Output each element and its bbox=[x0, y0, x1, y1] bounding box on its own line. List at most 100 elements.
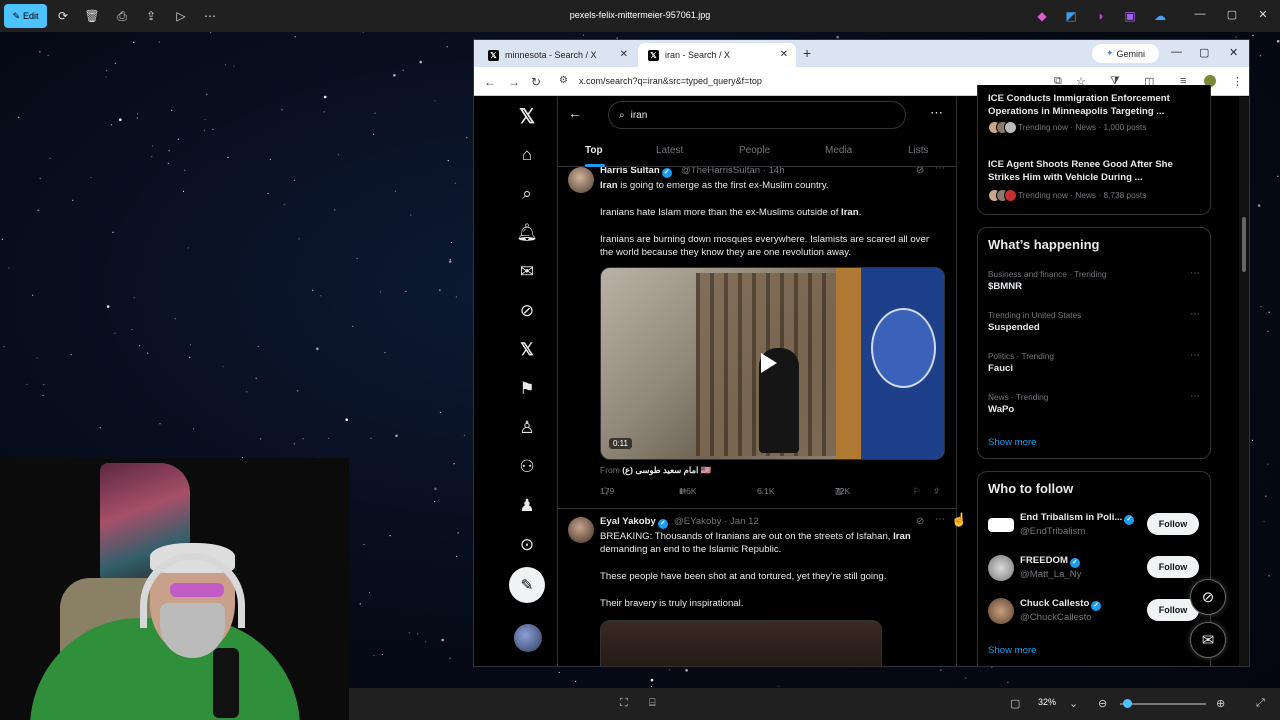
notifications-bell-icon[interactable]: 🔔︎ bbox=[516, 222, 538, 244]
bookmark-icon[interactable]: ⚐ bbox=[913, 486, 921, 497]
account-avatar[interactable] bbox=[988, 518, 1014, 532]
tweet-avatar[interactable] bbox=[568, 517, 594, 543]
tab-latest[interactable]: Latest bbox=[656, 145, 683, 156]
tab-people[interactable]: People bbox=[739, 145, 770, 156]
account-avatar[interactable] bbox=[988, 555, 1014, 581]
browser-minimize-icon[interactable]: — bbox=[1171, 46, 1182, 58]
clipchamp-icon[interactable]: ◗ bbox=[1093, 8, 1109, 24]
x-favicon-icon: 𝕏 bbox=[648, 49, 659, 61]
trend-name[interactable]: Fauci bbox=[988, 363, 1013, 374]
actual-size-icon[interactable]: ▢ bbox=[1010, 697, 1020, 710]
tweet-avatar[interactable] bbox=[568, 167, 594, 193]
zoom-slider-handle[interactable] bbox=[1123, 699, 1132, 708]
follow-show-more-link[interactable]: Show more bbox=[988, 645, 1037, 656]
x-logo-icon[interactable]: 𝕏 bbox=[516, 105, 538, 128]
zoom-level[interactable]: 32% bbox=[1038, 697, 1056, 707]
scrollbar-thumb[interactable] bbox=[1242, 217, 1246, 272]
home-icon[interactable]: ⌂ bbox=[516, 144, 538, 166]
tweet-media[interactable] bbox=[600, 620, 882, 666]
url-field[interactable]: x.com/search?q=iran&src=typed_query&f=to… bbox=[579, 76, 762, 86]
grok-float-icon[interactable]: ⊘ bbox=[1190, 579, 1226, 615]
trend-name[interactable]: Suspended bbox=[988, 322, 1040, 333]
follow-button[interactable]: Follow bbox=[1147, 513, 1199, 535]
forward-icon[interactable]: → bbox=[508, 75, 520, 89]
back-icon[interactable]: ← bbox=[484, 75, 496, 89]
trend-more-icon[interactable]: ⋯ bbox=[1190, 350, 1200, 361]
premium-x-icon[interactable]: 𝕏 bbox=[516, 339, 538, 361]
more-circle-icon[interactable]: ⊙ bbox=[516, 534, 538, 556]
verified-badge-icon: ✓ bbox=[661, 168, 672, 178]
gallery-icon[interactable]: ▣ bbox=[1122, 8, 1138, 24]
trend-more-icon[interactable]: ⋯ bbox=[1190, 309, 1200, 320]
account-avatar[interactable] bbox=[514, 624, 542, 652]
news-card: ICE Conducts Immigration Enforcement Ope… bbox=[977, 85, 1211, 215]
tweet-time[interactable]: Jan 12 bbox=[730, 516, 759, 527]
account-avatar[interactable] bbox=[988, 598, 1014, 624]
back-arrow-icon[interactable]: ← bbox=[568, 105, 582, 121]
tab-media[interactable]: Media bbox=[825, 145, 852, 156]
zoom-dropdown-icon[interactable]: ⌄ bbox=[1069, 697, 1078, 710]
trend-more-icon[interactable]: ⋯ bbox=[1190, 391, 1200, 402]
search-more-icon[interactable]: ⋯ bbox=[930, 105, 943, 121]
account-name[interactable]: End Tribalism in Poli... ✓ bbox=[1020, 512, 1140, 525]
reload-icon[interactable]: ↻ bbox=[531, 75, 541, 89]
onedrive-icon[interactable]: ☁ bbox=[1152, 8, 1168, 24]
trend-name[interactable]: WaPo bbox=[988, 404, 1014, 415]
new-tab-icon[interactable]: + bbox=[803, 45, 811, 61]
search-input[interactable]: ⌕ iran bbox=[608, 101, 906, 129]
browser-close-icon[interactable]: ✕ bbox=[1229, 46, 1238, 59]
messages-float-icon[interactable]: ✉ bbox=[1190, 622, 1226, 658]
fit-icon[interactable]: ⛶ bbox=[620, 697, 628, 710]
tab-close-icon[interactable]: ✕ bbox=[780, 49, 788, 60]
copilot-icon[interactable]: ◆ bbox=[1034, 8, 1050, 24]
trend-name[interactable]: $BMNR bbox=[988, 281, 1022, 292]
tab-close-icon[interactable]: ✕ bbox=[620, 49, 628, 60]
tab-minnesota[interactable]: 𝕏 minnesota - Search / X ✕ bbox=[478, 43, 636, 67]
x-favicon-icon: 𝕏 bbox=[488, 49, 499, 61]
account-name[interactable]: FREEDOM ✓ bbox=[1020, 555, 1140, 568]
browser-maximize-icon[interactable]: ▢ bbox=[1199, 46, 1209, 59]
play-icon[interactable] bbox=[761, 353, 777, 373]
compose-post-button[interactable]: ✎ bbox=[509, 567, 545, 603]
site-info-icon[interactable]: ⚙ bbox=[559, 75, 568, 86]
explore-search-icon[interactable]: ⌕ bbox=[516, 183, 538, 205]
tweet-video[interactable]: 0:11 bbox=[600, 267, 945, 460]
tweet-author-name[interactable]: Eyal Yakoby ✓ bbox=[600, 516, 668, 529]
bookmarks-icon[interactable]: ⚑ bbox=[516, 378, 538, 400]
zoom-out-icon[interactable]: ⊖ bbox=[1098, 697, 1107, 710]
fullscreen-icon[interactable]: ⤢ bbox=[1256, 697, 1265, 710]
news-item-title[interactable]: ICE Agent Shoots Renee Good After She St… bbox=[988, 158, 1203, 184]
close-icon[interactable]: ✕ bbox=[1253, 8, 1273, 21]
text-scan-icon[interactable]: ⌸ bbox=[649, 697, 656, 710]
news-item-title[interactable]: ICE Conducts Immigration Enforcement Ope… bbox=[988, 92, 1203, 118]
maximize-icon[interactable]: ▢ bbox=[1222, 8, 1242, 21]
messages-envelope-icon[interactable]: ✉ bbox=[516, 261, 538, 283]
profile-icon[interactable]: ♟ bbox=[516, 495, 538, 517]
gemini-button[interactable]: ✦ Gemini bbox=[1092, 44, 1159, 63]
grok-icon[interactable]: ⊘ bbox=[516, 300, 538, 322]
tab-top[interactable]: Top bbox=[585, 145, 603, 156]
minimize-icon[interactable]: — bbox=[1190, 8, 1210, 20]
communities-icon[interactable]: ⚇ bbox=[516, 456, 538, 478]
jobs-icon[interactable]: ♙ bbox=[516, 417, 538, 439]
account-name[interactable]: Chuck Callesto ✓ bbox=[1020, 598, 1140, 611]
follow-button[interactable]: Follow bbox=[1147, 556, 1199, 578]
trends-show-more-link[interactable]: Show more bbox=[988, 437, 1037, 448]
designer-icon[interactable]: ◩ bbox=[1063, 8, 1079, 24]
tweet-more-icon[interactable]: ⋯ bbox=[935, 514, 945, 525]
browser-window: 𝕏 minnesota - Search / X ✕ 𝕏 iran - Sear… bbox=[473, 39, 1250, 667]
verified-badge-icon: ✓ bbox=[1069, 558, 1080, 568]
zoom-slider[interactable] bbox=[1120, 703, 1206, 705]
news-avatars bbox=[988, 121, 1017, 135]
grok-explain-icon[interactable]: ⊘ bbox=[916, 516, 924, 527]
zoom-in-icon[interactable]: ⊕ bbox=[1216, 697, 1225, 710]
tweet-handle[interactable]: @EYakoby bbox=[674, 516, 721, 527]
browser-menu-icon[interactable]: ⋮ bbox=[1232, 75, 1243, 88]
webcam-overlay bbox=[0, 458, 349, 720]
tab-iran[interactable]: 𝕏 iran - Search / X ✕ bbox=[638, 43, 796, 67]
tab-lists[interactable]: Lists bbox=[908, 145, 929, 156]
page-scrollbar[interactable] bbox=[1239, 97, 1249, 666]
share-tweet-icon[interactable]: ⇪ bbox=[933, 486, 940, 497]
from-source[interactable]: امام سعيد طوسى (ع) 🇺🇸 bbox=[622, 465, 711, 475]
trend-more-icon[interactable]: ⋯ bbox=[1190, 268, 1200, 279]
